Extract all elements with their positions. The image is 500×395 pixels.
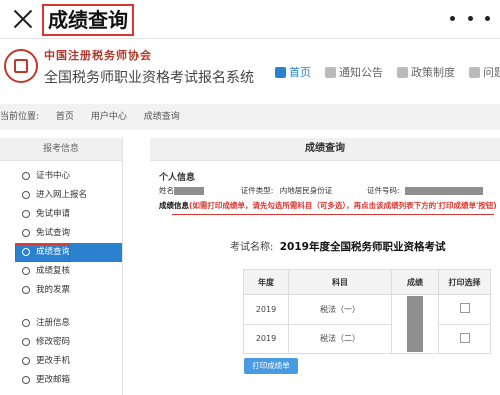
breadcrumb-user-center[interactable]: 用户中心 xyxy=(91,112,127,122)
main-nav: 首页 通知公告 政策制度 问题解 xyxy=(275,64,500,80)
sidebar-item-score-review[interactable]: 成绩复核 xyxy=(0,262,122,281)
table-row: 2019 税法（二） xyxy=(243,323,491,354)
sidebar-item-label: 更改邮箱 xyxy=(36,375,71,385)
breadcrumb-current: 成绩查询 xyxy=(143,112,180,122)
nav-policy[interactable]: 政策制度 xyxy=(397,64,455,80)
personal-info-row: 姓名 证件类型: 内地居民身份证 证件号码: xyxy=(159,185,483,196)
col-subject: 科目 xyxy=(288,269,392,295)
close-icon[interactable] xyxy=(10,6,36,32)
redacted-name xyxy=(174,186,204,195)
print-checkbox[interactable] xyxy=(459,332,470,343)
more-options-icon[interactable] xyxy=(450,8,490,28)
exemption-icon xyxy=(22,210,30,218)
col-print-select: 打印选择 xyxy=(438,269,491,295)
sidebar-item-exemption-query[interactable]: 免试查询 xyxy=(0,224,122,243)
nav-label: 首页 xyxy=(289,66,311,79)
sidebar-item-online-registration[interactable]: 进入网上报名 xyxy=(0,186,122,205)
main-panel: 成绩查询 个人信息 姓名 证件类型: 内地居民身份证 证件号码: 成绩信息(如需… xyxy=(150,138,500,395)
nav-home[interactable]: 首页 xyxy=(275,64,311,80)
breadcrumb-home[interactable]: 首页 xyxy=(56,112,74,122)
sidebar-header: 报考信息 xyxy=(0,138,122,161)
panel-title: 成绩查询 xyxy=(150,138,500,161)
breadcrumb-label: 当前位置: xyxy=(0,112,40,122)
registration-icon xyxy=(22,191,30,199)
personal-info-title: 个人信息 xyxy=(159,173,196,183)
email-icon xyxy=(22,376,30,384)
system-name: 全国税务师职业资格考试报名系统 xyxy=(44,70,254,86)
nav-faq[interactable]: 问题解 xyxy=(469,64,500,80)
org-name: 中国注册税务师协会 xyxy=(44,49,152,62)
search-icon xyxy=(22,229,30,237)
col-score: 成绩 xyxy=(391,269,439,295)
print-score-button[interactable]: 打印成绩单 xyxy=(244,358,298,374)
name-label: 姓名 xyxy=(159,186,174,195)
invoice-icon xyxy=(22,286,30,294)
wrench-icon xyxy=(22,319,30,327)
sidebar-item-change-password[interactable]: 修改密码 xyxy=(0,333,122,352)
table-row: 2019 税法（一） xyxy=(243,294,491,354)
sidebar-item-exemption-apply[interactable]: 免试申请 xyxy=(0,205,122,224)
cell-year: 2019 xyxy=(243,323,289,354)
home-icon xyxy=(275,66,286,78)
redacted-id-number xyxy=(404,186,483,195)
col-year: 年度 xyxy=(243,269,289,295)
sidebar-item-certificate[interactable]: 证书中心 xyxy=(0,167,122,186)
nav-label: 问题解 xyxy=(483,66,500,79)
sidebar-item-change-email[interactable]: 更改邮箱 xyxy=(0,371,122,390)
cell-year: 2019 xyxy=(243,294,289,325)
sidebar-item-label: 更改手机 xyxy=(36,356,71,366)
sidebar-item-label: 成绩复核 xyxy=(36,266,71,276)
phone-icon xyxy=(22,357,30,365)
sidebar-item-label: 免试查询 xyxy=(36,228,71,238)
nav-label: 通知公告 xyxy=(339,66,383,79)
score-info-line: 成绩信息(如需打印成绩单，请先勾选所需科目（可多选），再点击该成绩列表下方的'打… xyxy=(159,200,497,211)
nav-notices[interactable]: 通知公告 xyxy=(325,64,383,80)
page-title: 成绩查询 xyxy=(42,4,134,36)
cell-print-select xyxy=(438,323,491,354)
nav-label: 政策制度 xyxy=(411,66,455,79)
cell-subject: 税法（二） xyxy=(288,323,392,354)
question-icon xyxy=(469,66,480,78)
lock-icon xyxy=(22,338,30,346)
cell-subject: 税法（一） xyxy=(288,294,392,325)
exam-name: 考试名称: 2019年度全国税务师职业资格考试 xyxy=(230,238,445,254)
sidebar-item-change-phone[interactable]: 更改手机 xyxy=(0,352,122,371)
sidebar: 报考信息 证书中心 进入网上报名 免试申请 免试查询 成绩查询 成绩复核 我的发… xyxy=(0,138,123,395)
sidebar-item-label: 免试申请 xyxy=(36,209,71,219)
hint-underline xyxy=(172,214,494,215)
sidebar-item-label: 注册信息 xyxy=(36,318,71,328)
exam-label: 考试名称: xyxy=(230,242,274,253)
score-table: 年度 科目 成绩 打印选择 2019 税法（一） 2019 税法（二） xyxy=(243,269,491,354)
association-logo xyxy=(4,49,38,83)
id-type-label: 证件类型: xyxy=(240,186,274,195)
id-type-value: 内地居民身份证 xyxy=(279,186,333,195)
cell-print-select xyxy=(438,294,491,325)
review-icon xyxy=(22,267,30,275)
sidebar-item-label: 修改密码 xyxy=(36,337,71,347)
sidebar-item-invoice[interactable]: 我的发票 xyxy=(0,281,122,300)
exam-value: 2019年度全国税务师职业资格考试 xyxy=(279,241,446,253)
policy-icon xyxy=(397,66,408,78)
site-header: 中国注册税务师协会 全国税务师职业资格考试报名系统 首页 通知公告 政策制度 问… xyxy=(0,39,500,103)
id-number-label: 证件号码: xyxy=(366,186,400,195)
highlight-outline xyxy=(15,244,70,262)
cell-score xyxy=(391,294,439,354)
sidebar-item-label: 进入网上报名 xyxy=(36,190,88,200)
redacted-score xyxy=(407,296,423,352)
print-hint: (如需打印成绩单，请先勾选所需科目（可多选），再点击该成绩列表下方的'打印成绩单… xyxy=(189,201,497,210)
breadcrumb: 当前位置: 首页 用户中心 成绩查询 xyxy=(0,104,500,130)
certificate-icon xyxy=(22,172,30,180)
app-bar: 成绩查询 xyxy=(0,0,500,39)
score-info-label: 成绩信息 xyxy=(159,201,189,210)
print-checkbox[interactable] xyxy=(459,303,470,314)
sidebar-item-label: 我的发票 xyxy=(36,285,71,295)
sidebar-item-label: 证书中心 xyxy=(36,171,71,181)
sidebar-item-registration-info[interactable]: 注册信息 xyxy=(0,314,122,333)
notice-icon xyxy=(325,66,336,78)
